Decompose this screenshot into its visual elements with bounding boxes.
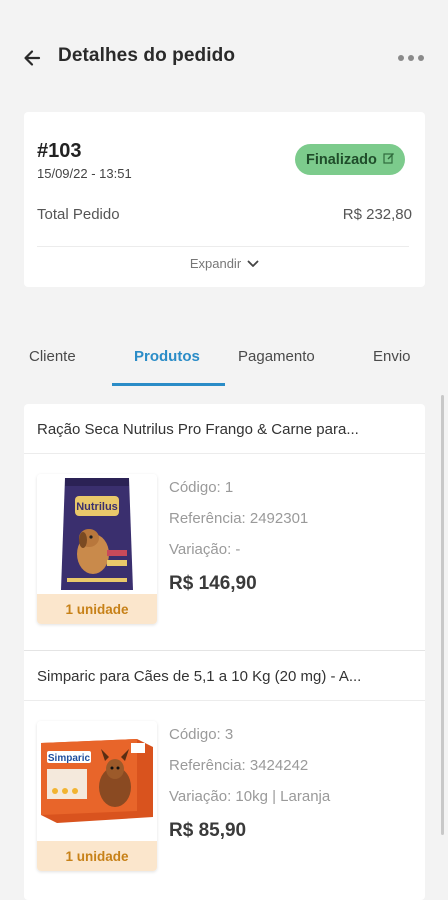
list-item[interactable]: Simparic para Cães de 5,1 a 10 Kg (20 mg… <box>24 650 425 896</box>
status-badge[interactable]: Finalizado <box>295 144 405 175</box>
divider <box>37 246 409 247</box>
product-reference: Referência: 3424242 <box>169 757 309 774</box>
product-code: Código: 3 <box>169 726 234 743</box>
quantity-badge: 1 unidade <box>37 594 157 624</box>
edit-icon <box>383 151 395 169</box>
product-reference: Referência: 2492301 <box>169 510 309 527</box>
product-code: Código: 1 <box>169 479 234 496</box>
tab-produtos[interactable]: Produtos <box>134 348 200 365</box>
total-label: Total Pedido <box>37 206 120 223</box>
list-item[interactable]: Ração Seca Nutrilus Pro Frango & Carne p… <box>24 404 425 650</box>
svg-text:Simparic: Simparic <box>48 753 91 764</box>
quantity-badge: 1 unidade <box>37 841 157 871</box>
product-variation: Variação: 10kg | Laranja <box>169 788 331 805</box>
order-number: #103 <box>37 140 82 162</box>
divider <box>24 700 425 701</box>
app-bar: Detalhes do pedido <box>0 0 448 112</box>
product-thumbnail: Simparic 1 unidade <box>37 721 157 871</box>
product-variation: Variação: - <box>169 541 241 558</box>
tab-pagamento[interactable]: Pagamento <box>238 348 315 365</box>
product-title: Ração Seca Nutrilus Pro Frango & Carne p… <box>37 421 359 438</box>
order-summary-card: #103 15/09/22 - 13:51 Finalizado Total P… <box>24 112 425 287</box>
scrollbar[interactable] <box>441 395 444 835</box>
expand-button[interactable]: Expandir <box>24 256 425 271</box>
medicine-box-image: Simparic <box>37 721 157 841</box>
divider <box>24 453 425 454</box>
back-arrow-icon[interactable] <box>18 44 46 72</box>
more-options-icon[interactable] <box>398 52 430 64</box>
tab-bar: Cliente Produtos Pagamento Envio <box>0 330 448 388</box>
page-title: Detalhes do pedido <box>58 45 236 66</box>
tab-envio[interactable]: Envio <box>373 348 411 365</box>
expand-label: Expandir <box>189 256 242 271</box>
active-tab-indicator <box>112 383 225 386</box>
product-thumbnail: Nutrilus 1 unidade <box>37 474 157 624</box>
product-info: Código: 1 Referência: 2492301 Variação: … <box>169 479 308 595</box>
tab-cliente[interactable]: Cliente <box>29 348 76 365</box>
product-title: Simparic para Cães de 5,1 a 10 Kg (20 mg… <box>37 668 362 685</box>
dog-food-bag-image: Nutrilus <box>37 474 157 594</box>
svg-text:Nutrilus: Nutrilus <box>76 501 118 513</box>
products-list: Ração Seca Nutrilus Pro Frango & Carne p… <box>24 404 425 900</box>
status-label: Finalizado <box>306 151 377 168</box>
order-date: 15/09/22 - 13:51 <box>37 166 132 181</box>
product-info: Código: 3 Referência: 3424242 Variação: … <box>169 726 330 842</box>
product-price: R$ 146,90 <box>169 573 257 594</box>
total-value: R$ 232,80 <box>342 206 412 223</box>
chevron-down-icon <box>247 256 259 271</box>
product-price: R$ 85,90 <box>169 820 247 841</box>
